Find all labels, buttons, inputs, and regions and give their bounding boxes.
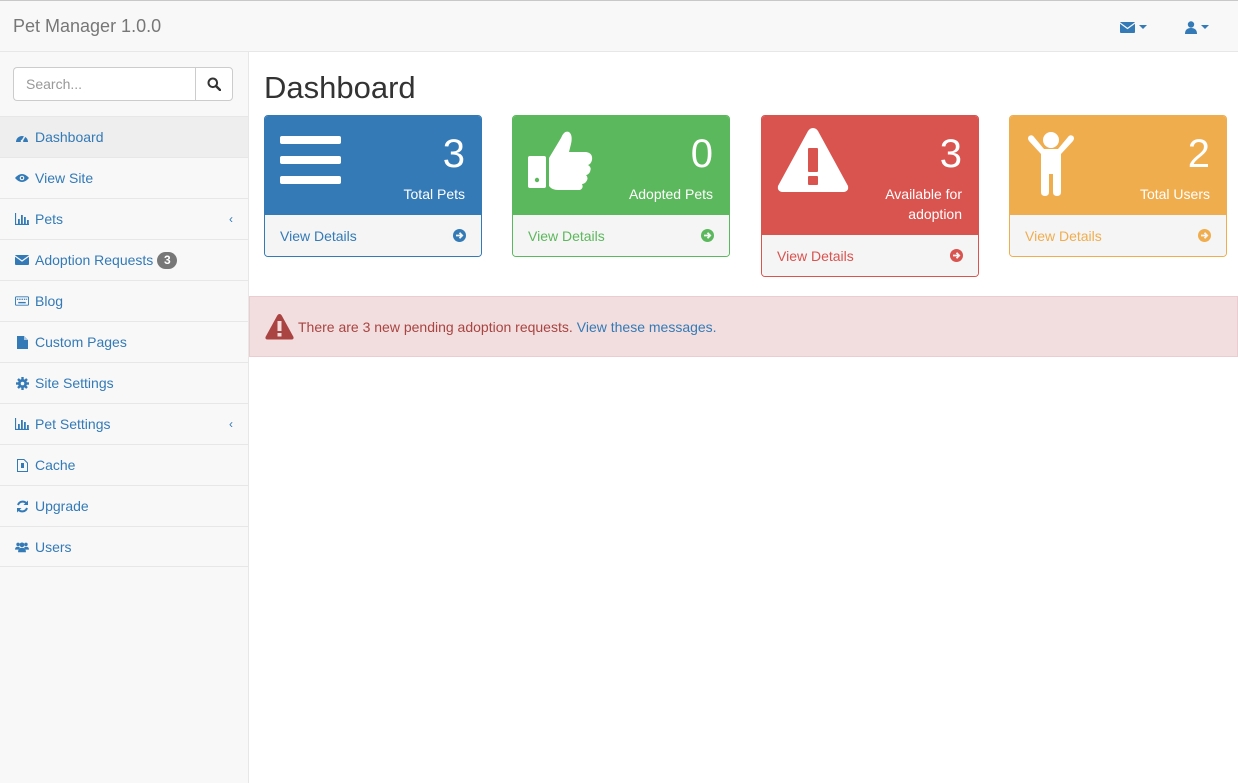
- view-details-link[interactable]: View Details: [513, 215, 729, 256]
- view-details-label: View Details: [528, 227, 605, 244]
- dashboard-icon: [15, 130, 29, 144]
- keyboard-icon: [15, 294, 29, 308]
- sidebar-item-dashboard[interactable]: Dashboard: [0, 116, 248, 157]
- refresh-icon: [15, 499, 29, 513]
- pending-requests-alert: There are 3 new pending adoption request…: [249, 296, 1238, 357]
- panel-label: Total Users: [1139, 186, 1210, 202]
- panel-heading: 3 Total Pets: [265, 116, 481, 215]
- user-icon: [1185, 20, 1197, 34]
- alert-text: There are 3 new pending adoption request…: [298, 318, 573, 335]
- child-icon: [1027, 132, 1075, 199]
- panel-value: 2: [1187, 132, 1210, 176]
- sidebar-item-cache[interactable]: Cache: [0, 444, 248, 485]
- sidebar-item-blog[interactable]: Blog: [0, 280, 248, 321]
- view-details-link[interactable]: View Details: [265, 215, 481, 256]
- messages-dropdown[interactable]: [1120, 18, 1147, 36]
- chevron-left-icon: ‹: [229, 212, 233, 226]
- sidebar-item-users[interactable]: Users: [0, 526, 248, 567]
- gear-icon: [15, 376, 29, 390]
- panel-label: Adopted Pets: [628, 186, 713, 202]
- sidebar-item-label: Cache: [35, 457, 76, 473]
- total-users-panel: 2 Total Users View Details: [1009, 115, 1227, 257]
- sidebar-item-label: Users: [35, 538, 72, 555]
- view-messages-link[interactable]: View these messages.: [577, 319, 717, 335]
- arrow-circle-right-icon: [453, 229, 466, 242]
- warning-icon: [265, 313, 294, 340]
- list-icon: [280, 128, 342, 191]
- sidebar-item-label: Pets: [35, 211, 64, 227]
- sidebar-item-label: Upgrade: [35, 498, 89, 514]
- view-details-label: View Details: [777, 247, 854, 264]
- sidebar: Dashboard View Site Pets ‹ Adoption Requ…: [0, 52, 249, 783]
- search-input[interactable]: [13, 67, 195, 101]
- sidebar-item-label: Blog: [35, 293, 64, 309]
- users-icon: [15, 540, 29, 554]
- view-details-link[interactable]: View Details: [1010, 215, 1226, 256]
- chevron-down-icon: [1201, 25, 1209, 29]
- sidebar-item-label: Custom Pages: [35, 334, 127, 350]
- panel-heading: 2 Total Users: [1010, 116, 1226, 215]
- panel-label: Available for adoption: [885, 186, 962, 222]
- sidebar-item-upgrade[interactable]: Upgrade: [0, 485, 248, 526]
- warning-icon: [777, 128, 849, 197]
- file-cache-icon: [15, 458, 29, 472]
- view-details-link[interactable]: View Details: [762, 235, 978, 276]
- arrow-circle-right-icon: [701, 229, 714, 242]
- sidebar-item-label: Adoption Requests: [35, 252, 154, 268]
- panel-value: 3: [939, 132, 962, 176]
- bar-chart-icon: [15, 417, 29, 431]
- eye-icon: [15, 171, 29, 185]
- arrow-circle-right-icon: [1198, 229, 1211, 242]
- sidebar-item-label: Dashboard: [35, 129, 104, 145]
- available-pets-panel: 3 Available for adoption View Details: [761, 115, 979, 277]
- view-details-label: View Details: [280, 227, 357, 244]
- user-dropdown[interactable]: [1185, 18, 1209, 36]
- sidebar-item-custom-pages[interactable]: Custom Pages: [0, 321, 248, 362]
- sidebar-menu: Dashboard View Site Pets ‹ Adoption Requ…: [0, 116, 248, 567]
- panel-label: Total Pets: [403, 186, 465, 202]
- file-icon: [15, 335, 29, 349]
- panel-heading: 3 Available for adoption: [762, 116, 978, 235]
- search-button[interactable]: [195, 67, 233, 101]
- adopted-pets-panel: 0 Adopted Pets View Details: [512, 115, 730, 257]
- bar-chart-icon: [15, 212, 29, 226]
- panel-heading: 0 Adopted Pets: [513, 116, 729, 215]
- page-title: Dashboard: [264, 70, 416, 105]
- arrow-circle-right-icon: [950, 249, 963, 262]
- sidebar-item-label: Site Settings: [35, 375, 114, 391]
- envelope-icon: [15, 253, 29, 267]
- thumbs-up-icon: [528, 128, 594, 195]
- envelope-icon: [1120, 21, 1135, 33]
- sidebar-item-pet-settings[interactable]: Pet Settings ‹: [0, 403, 248, 444]
- chevron-left-icon: ‹: [229, 417, 233, 431]
- top-navbar: Pet Manager 1.0.0: [0, 0, 1238, 52]
- chevron-down-icon: [1139, 25, 1147, 29]
- sidebar-item-label: Pet Settings: [35, 416, 111, 432]
- panel-value: 3: [442, 132, 465, 176]
- sidebar-item-view-site[interactable]: View Site: [0, 157, 248, 198]
- sidebar-item-site-settings[interactable]: Site Settings: [0, 362, 248, 403]
- search-icon: [207, 77, 221, 91]
- brand-title[interactable]: Pet Manager 1.0.0: [13, 16, 161, 37]
- total-pets-panel: 3 Total Pets View Details: [264, 115, 482, 257]
- panel-value: 0: [690, 132, 713, 176]
- sidebar-item-adoption-requests[interactable]: Adoption Requests 3: [0, 239, 248, 280]
- count-badge: 3: [157, 251, 178, 269]
- view-details-label: View Details: [1025, 227, 1102, 244]
- sidebar-item-label: View Site: [35, 170, 94, 186]
- sidebar-item-pets[interactable]: Pets ‹: [0, 198, 248, 239]
- sidebar-search: [13, 67, 233, 101]
